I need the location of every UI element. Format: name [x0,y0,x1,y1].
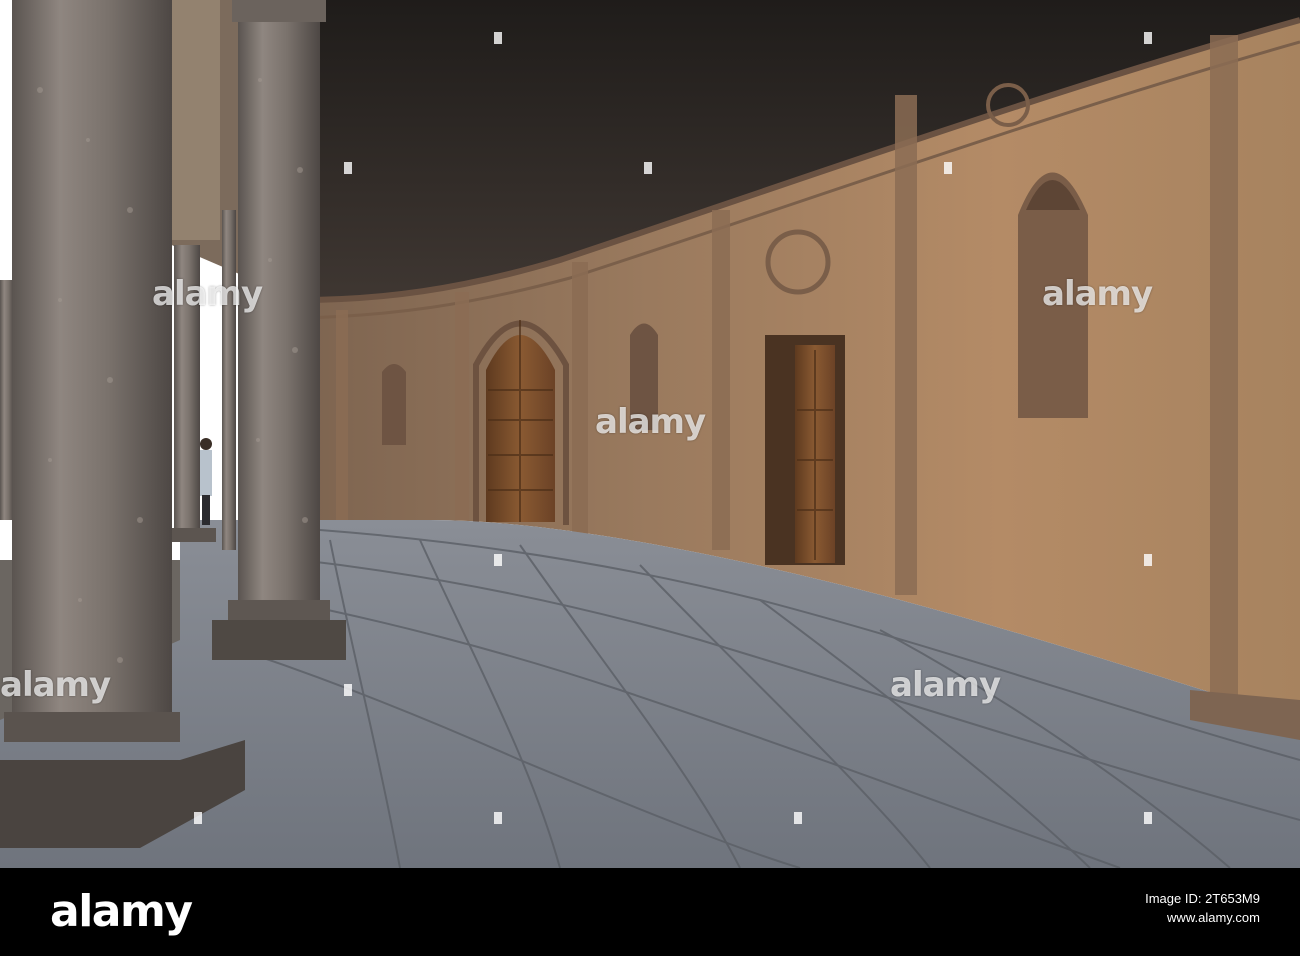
footer-info: Image ID: 2T653M9 www.alamy.com [1145,889,1260,927]
site-url: www.alamy.com [1167,910,1260,925]
footer-bar: alamy [0,868,1300,956]
visitor-figure [200,438,212,525]
image-id-label: Image ID: 2T653M9 [1145,891,1260,906]
footer-logo: alamy [50,886,193,937]
photo: alamy alamy alamy alamy alamy [0,0,1300,868]
photo-scene [0,0,1300,868]
